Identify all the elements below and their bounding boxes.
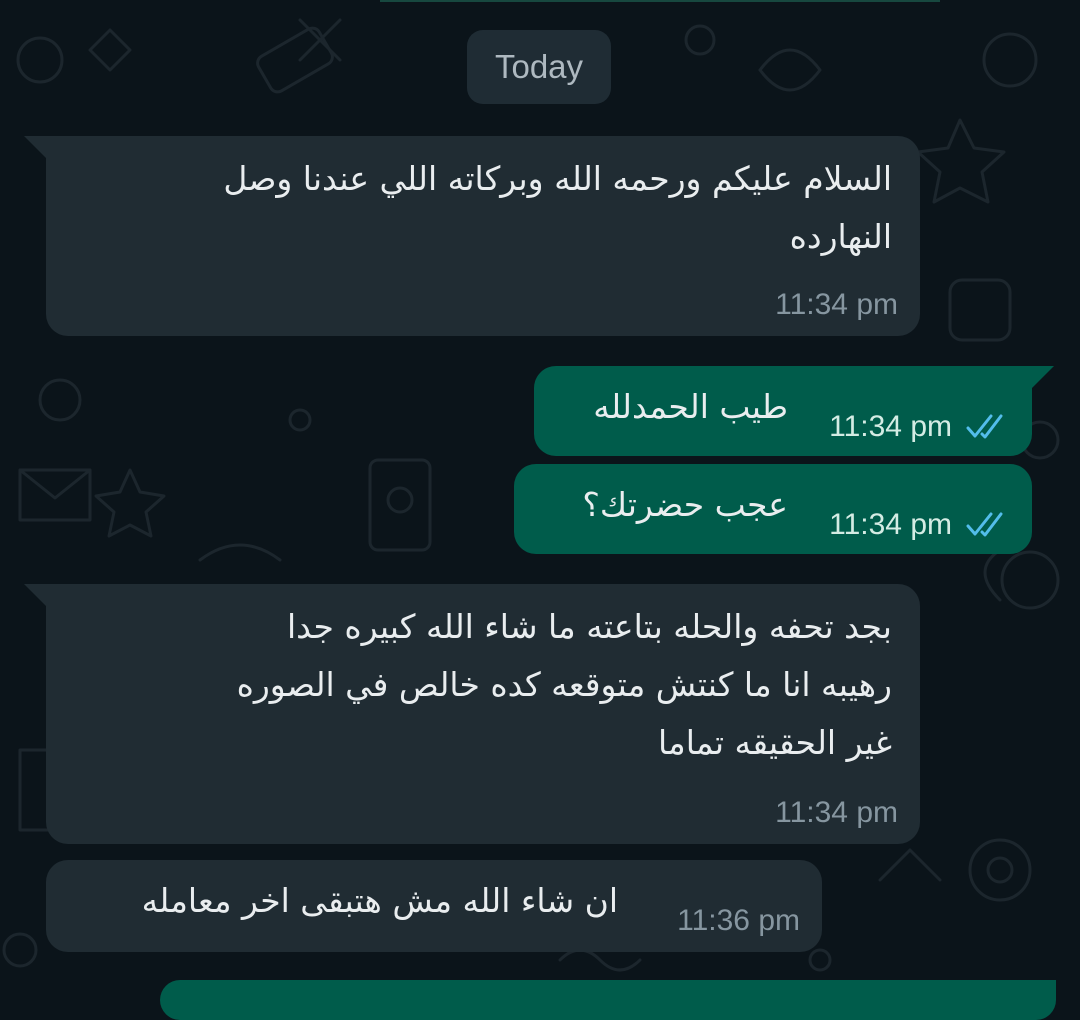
message-timestamp: 11:36 pm	[677, 904, 800, 937]
message-text-line: ان شاء الله مش هتبقى اخر معامله	[141, 881, 618, 920]
message-text-line: النهارده	[789, 217, 892, 256]
read-double-check-icon	[966, 512, 1003, 537]
bubble-tail-icon	[1030, 366, 1054, 390]
message-text-line: عجب حضرتك؟	[582, 485, 788, 524]
message-text-line: بجد تحفه والحله بتاعته ما شاء الله كبيره…	[286, 607, 892, 646]
message-timestamp: 11:34 pm	[829, 410, 952, 443]
bubble-tail-icon	[24, 584, 48, 608]
bubble-tail-icon	[24, 136, 48, 160]
incoming-message-bubble[interactable]: بجد تحفه والحله بتاعته ما شاء الله كبيره…	[24, 584, 920, 844]
incoming-message-bubble[interactable]: ان شاء الله مش هتبقى اخر معامله 11:36 pm	[46, 860, 822, 952]
message-timestamp: 11:34 pm	[775, 288, 898, 321]
date-separator: Today	[467, 30, 611, 104]
message-text-line: طيب الحمدلله	[593, 387, 788, 426]
outgoing-message-bubble[interactable]: طيب الحمدلله 11:34 pm	[534, 366, 1054, 456]
message-text-line: رهيبه انا ما كنتش متوقعه كده خالص في الص…	[236, 665, 892, 704]
message-text-line: السلام عليكم ورحمه الله وبركاته اللي عند…	[223, 159, 892, 198]
outgoing-message-bubble-partial[interactable]	[160, 980, 1056, 1020]
read-double-check-icon	[966, 414, 1003, 439]
outgoing-message-bubble[interactable]: عجب حضرتك؟ 11:34 pm	[514, 464, 1032, 554]
incoming-message-bubble[interactable]: السلام عليكم ورحمه الله وبركاته اللي عند…	[24, 136, 920, 336]
message-timestamp: 11:34 pm	[775, 796, 898, 829]
message-text-line: غير الحقيقه تماما	[657, 723, 892, 762]
previous-message-edge	[380, 0, 940, 2]
message-timestamp: 11:34 pm	[829, 508, 952, 541]
